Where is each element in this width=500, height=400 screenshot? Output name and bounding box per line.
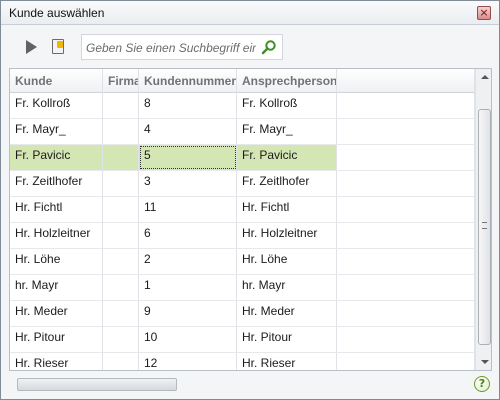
cell-kundennummer[interactable]: 6 (139, 223, 237, 248)
cell-kundennummer[interactable]: 9 (139, 301, 237, 326)
play-icon[interactable] (26, 40, 37, 54)
column-header-kunde[interactable]: Kunde (10, 69, 103, 93)
grid-rows: Fr. Kollroß 8 Fr. Kollroß Fr. Mayr_ 4 Fr… (10, 93, 475, 370)
cell-filler (337, 171, 475, 196)
cell-kunde[interactable]: Fr. Zeitlhofer (10, 171, 103, 196)
cell-kundennummer[interactable]: 12 (139, 353, 237, 370)
cell-kundennummer[interactable]: 3 (139, 171, 237, 196)
horizontal-scrollbar[interactable] (17, 378, 177, 391)
cell-ansprechperson[interactable]: Hr. Pitour (237, 327, 337, 352)
cell-firma[interactable] (103, 171, 139, 196)
cell-firma[interactable] (103, 327, 139, 352)
cell-firma[interactable] (103, 145, 139, 170)
cell-kunde[interactable]: Hr. Pitour (10, 327, 103, 352)
table-row[interactable]: Hr. Löhe 2 Hr. Löhe (10, 249, 475, 275)
cell-filler (337, 145, 475, 170)
column-header-firma[interactable]: Firma (103, 69, 139, 93)
cell-kunde[interactable]: Hr. Fichtl (10, 197, 103, 222)
cell-filler (337, 275, 475, 300)
cell-ansprechperson[interactable]: Hr. Holzleitner (237, 223, 337, 248)
cell-ansprechperson[interactable]: Fr. Kollroß (237, 93, 337, 118)
cell-ansprechperson[interactable]: Fr. Pavicic (237, 145, 337, 170)
cell-kundennummer[interactable]: 11 (139, 197, 237, 222)
cell-kunde[interactable]: hr. Mayr (10, 275, 103, 300)
cell-firma[interactable] (103, 353, 139, 370)
cell-firma[interactable] (103, 301, 139, 326)
cell-ansprechperson[interactable]: Hr. Rieser (237, 353, 337, 370)
cell-kunde[interactable]: Fr. Mayr_ (10, 119, 103, 144)
cell-filler (337, 301, 475, 326)
help-icon[interactable]: ? (474, 376, 490, 392)
cell-ansprechperson[interactable]: Hr. Fichtl (237, 197, 337, 222)
notepad-icon[interactable] (52, 39, 64, 54)
cell-kunde[interactable]: Hr. Holzleitner (10, 223, 103, 248)
search-input[interactable] (86, 39, 256, 57)
cell-kundennummer[interactable]: 10 (139, 327, 237, 352)
cell-filler (337, 93, 475, 118)
cell-ansprechperson[interactable]: Fr. Zeitlhofer (237, 171, 337, 196)
cell-kundennummer-focused[interactable]: 5 (139, 145, 237, 170)
cell-kundennummer[interactable]: 4 (139, 119, 237, 144)
cell-kunde[interactable]: Fr. Pavicic (10, 145, 103, 170)
scroll-up-arrow-icon[interactable] (481, 75, 489, 79)
cell-kundennummer[interactable]: 8 (139, 93, 237, 118)
scrollbar-thumb[interactable] (478, 109, 491, 345)
customer-select-dialog: Kunde auswählen × Kunde Firma Kundennumm… (0, 0, 500, 400)
table-row[interactable]: Fr. Zeitlhofer 3 Fr. Zeitlhofer (10, 171, 475, 197)
column-header-filler (337, 69, 475, 93)
title-bar: Kunde auswählen × (1, 1, 499, 25)
grid-header: Kunde Firma Kundennummer Ansprechperson (10, 69, 475, 93)
dialog-footer: ? (1, 372, 499, 399)
table-row[interactable]: Fr. Kollroß 8 Fr. Kollroß (10, 93, 475, 119)
cell-kunde[interactable]: Hr. Löhe (10, 249, 103, 274)
table-row[interactable]: Hr. Meder 9 Hr. Meder (10, 301, 475, 327)
table-row[interactable]: Hr. Holzleitner 6 Hr. Holzleitner (10, 223, 475, 249)
cell-filler (337, 249, 475, 274)
table-row[interactable]: Hr. Pitour 10 Hr. Pitour (10, 327, 475, 353)
cell-filler (337, 223, 475, 248)
column-header-kundennummer[interactable]: Kundennummer (139, 69, 237, 93)
cell-firma[interactable] (103, 119, 139, 144)
scroll-down-arrow-icon[interactable] (481, 360, 489, 364)
table-row[interactable]: hr. Mayr 1 hr. Mayr (10, 275, 475, 301)
cell-filler (337, 353, 475, 370)
cell-kundennummer[interactable]: 1 (139, 275, 237, 300)
cell-ansprechperson[interactable]: Fr. Mayr_ (237, 119, 337, 144)
cell-kunde[interactable]: Hr. Rieser (10, 353, 103, 370)
table-row[interactable]: Hr. Fichtl 11 Hr. Fichtl (10, 197, 475, 223)
table-row-selected[interactable]: Fr. Pavicic 5 Fr. Pavicic (10, 145, 475, 171)
cell-kundennummer[interactable]: 2 (139, 249, 237, 274)
cell-firma[interactable] (103, 93, 139, 118)
cell-filler (337, 119, 475, 144)
close-button[interactable]: × (477, 6, 491, 20)
cell-firma[interactable] (103, 249, 139, 274)
cell-filler (337, 197, 475, 222)
customer-grid: Kunde Firma Kundennummer Ansprechperson … (9, 68, 492, 371)
cell-filler (337, 327, 475, 352)
vertical-scrollbar[interactable] (475, 69, 491, 370)
cell-firma[interactable] (103, 197, 139, 222)
table-row[interactable]: Fr. Mayr_ 4 Fr. Mayr_ (10, 119, 475, 145)
search-box (81, 34, 283, 60)
cell-ansprechperson[interactable]: Hr. Meder (237, 301, 337, 326)
dialog-title: Kunde auswählen (9, 6, 105, 20)
cell-kunde[interactable]: Fr. Kollroß (10, 93, 103, 118)
cell-firma[interactable] (103, 223, 139, 248)
table-row[interactable]: Hr. Rieser 12 Hr. Rieser (10, 353, 475, 370)
cell-ansprechperson[interactable]: hr. Mayr (237, 275, 337, 300)
search-icon[interactable] (261, 39, 277, 55)
column-header-ansprechperson[interactable]: Ansprechperson (237, 69, 337, 93)
cell-firma[interactable] (103, 275, 139, 300)
cell-kunde[interactable]: Hr. Meder (10, 301, 103, 326)
cell-ansprechperson[interactable]: Hr. Löhe (237, 249, 337, 274)
